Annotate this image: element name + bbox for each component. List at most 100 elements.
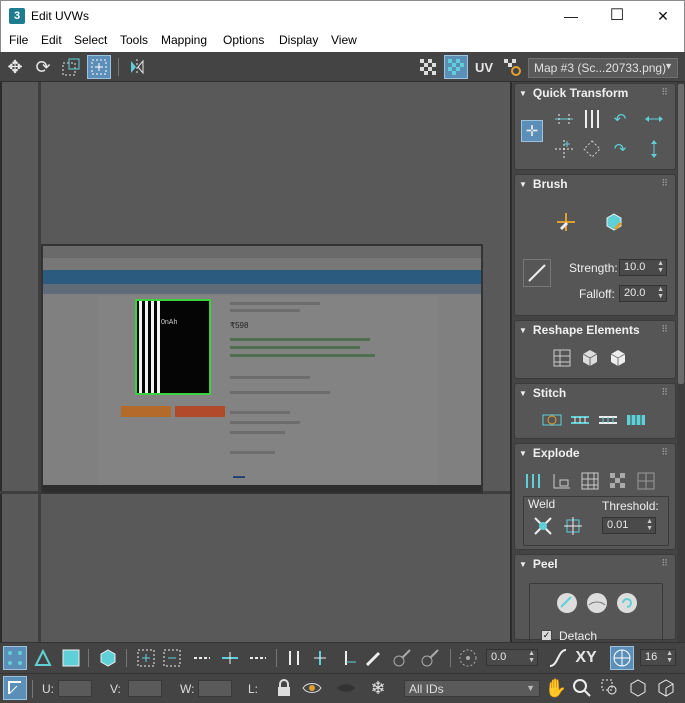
- loop-select-icon[interactable]: [218, 646, 242, 670]
- drag-handle-icon[interactable]: ⠿: [661, 558, 669, 569]
- zoom-extents-icon[interactable]: [626, 676, 650, 700]
- zoom-icon[interactable]: [570, 676, 594, 700]
- scrollbar-thumb[interactable]: [678, 84, 684, 384]
- lock-icon[interactable]: [272, 676, 296, 700]
- reset-peel-icon[interactable]: [614, 590, 640, 616]
- rollout-header-brush[interactable]: ▼ Brush: [519, 177, 568, 191]
- zoom-region-icon[interactable]: [598, 676, 622, 700]
- texture-map-dropdown[interactable]: Map #3 (Sc...20733.png) ▼: [528, 58, 678, 78]
- soft-select-icon[interactable]: [456, 646, 480, 670]
- mirror-icon[interactable]: [125, 55, 149, 79]
- stitch-average-icon[interactable]: [595, 407, 621, 433]
- hide-icon[interactable]: [300, 676, 324, 700]
- rollout-header-quick-transform[interactable]: ▼ Quick Transform: [519, 86, 628, 100]
- shrink-selection-icon[interactable]: [160, 646, 184, 670]
- falloff-spinner[interactable]: 20.0 ▲ ▼: [619, 285, 667, 302]
- falloff-curve-icon[interactable]: [546, 646, 570, 670]
- drag-handle-icon[interactable]: ⠿: [661, 387, 669, 398]
- show-icon[interactable]: [334, 676, 358, 700]
- rotate-ccw-icon[interactable]: ↶: [607, 106, 633, 132]
- map-settings-icon[interactable]: [500, 55, 524, 79]
- stitch-custom-icon[interactable]: [539, 407, 565, 433]
- peel-mode-icon[interactable]: [584, 590, 610, 616]
- freeze-icon[interactable]: ❄: [366, 676, 390, 700]
- weld-target-icon[interactable]: [560, 513, 586, 539]
- drag-handle-icon[interactable]: ⠿: [661, 87, 669, 98]
- minimize-button[interactable]: —: [548, 1, 594, 31]
- paint-select-icon[interactable]: [362, 646, 386, 670]
- space-vertical-icon[interactable]: [641, 136, 667, 162]
- show-map-icon[interactable]: [444, 55, 468, 79]
- pan-hand-icon[interactable]: ✋: [544, 676, 568, 700]
- strength-spinner[interactable]: 10.0 ▲ ▼: [619, 259, 667, 276]
- drag-handle-icon[interactable]: ⠿: [661, 324, 669, 335]
- align-vertical-icon[interactable]: [579, 106, 605, 132]
- grow-selection-icon[interactable]: [134, 646, 158, 670]
- checker-pattern-icon[interactable]: [416, 55, 440, 79]
- uv-toggle[interactable]: UV: [472, 55, 496, 79]
- menu-select[interactable]: Select: [74, 33, 107, 47]
- grow-ring-icon[interactable]: [308, 646, 332, 670]
- menu-mapping[interactable]: Mapping: [161, 33, 207, 47]
- face-mode-icon[interactable]: [59, 646, 83, 670]
- u-coordinate-field[interactable]: [58, 680, 92, 697]
- menu-file[interactable]: File: [9, 33, 28, 47]
- stitch-to-source-icon[interactable]: [623, 407, 649, 433]
- straighten-selection-icon[interactable]: [549, 345, 575, 371]
- edge-mode-icon[interactable]: [31, 646, 55, 670]
- close-button[interactable]: ✕: [640, 1, 685, 31]
- menu-edit[interactable]: Edit: [41, 33, 62, 47]
- v-coordinate-field[interactable]: [128, 680, 162, 697]
- relax-brush-icon[interactable]: [601, 209, 627, 235]
- panel-scrollbar[interactable]: [677, 82, 685, 642]
- grow-loop-icon[interactable]: [190, 646, 214, 670]
- rollout-header-reshape-elements[interactable]: ▼ Reshape Elements: [519, 323, 640, 337]
- element-mode-icon[interactable]: [96, 646, 120, 670]
- explode-checker-icon[interactable]: [605, 468, 631, 494]
- shrink-loop-icon[interactable]: [246, 646, 270, 670]
- grid-size-spinner[interactable]: 16 ▲ ▼: [640, 649, 676, 666]
- stitch-to-target-icon[interactable]: [567, 407, 593, 433]
- relax-element-icon[interactable]: [577, 345, 603, 371]
- paint-move-brush-icon[interactable]: [553, 209, 579, 235]
- falloff-curve-icon[interactable]: [523, 259, 551, 287]
- maximize-button[interactable]: ☐: [594, 1, 640, 31]
- threshold-spinner[interactable]: 0.01 ▲ ▼: [602, 517, 656, 534]
- rollout-header-peel[interactable]: ▼ Peel: [519, 557, 558, 571]
- explode-grid-icon[interactable]: [633, 468, 659, 494]
- align-to-edge-icon[interactable]: [551, 136, 577, 162]
- menu-display[interactable]: Display: [279, 33, 318, 47]
- straighten-icon[interactable]: [579, 136, 605, 162]
- quick-peel-icon[interactable]: [554, 590, 580, 616]
- ring-select-icon[interactable]: [282, 646, 306, 670]
- detach-edge-icon[interactable]: [549, 468, 575, 494]
- break-icon[interactable]: [521, 468, 547, 494]
- explode-faces-icon[interactable]: [577, 468, 603, 494]
- move-icon[interactable]: ✥: [3, 55, 27, 79]
- menu-view[interactable]: View: [331, 33, 357, 47]
- menu-tools[interactable]: Tools: [120, 33, 148, 47]
- rotate-icon[interactable]: ⟳: [31, 55, 55, 79]
- drag-handle-icon[interactable]: ⠿: [661, 447, 669, 458]
- zoom-selected-icon[interactable]: [654, 676, 678, 700]
- rollout-header-explode[interactable]: ▼ Explode: [519, 446, 580, 460]
- vertex-mode-icon[interactable]: [3, 646, 27, 670]
- shrink-ring-icon[interactable]: [336, 646, 360, 670]
- space-horizontal-icon[interactable]: [641, 106, 667, 132]
- rotation-angle-spinner[interactable]: 0.0 ▲ ▼: [486, 649, 538, 666]
- drag-handle-icon[interactable]: ⠿: [661, 178, 669, 189]
- menu-options[interactable]: Options: [223, 33, 264, 47]
- freeform-icon[interactable]: [87, 55, 111, 79]
- material-id-dropdown[interactable]: All IDs ▼: [404, 680, 540, 697]
- detach-checkbox[interactable]: ✓: [541, 630, 552, 641]
- xy-plane-button[interactable]: XY: [572, 646, 600, 670]
- pivot-center-icon[interactable]: ✛: [521, 120, 543, 142]
- grid-snap-icon[interactable]: [610, 646, 634, 670]
- paint-select-grow-icon[interactable]: [390, 646, 414, 670]
- weld-selected-icon[interactable]: [530, 513, 556, 539]
- align-horizontal-icon[interactable]: [551, 106, 577, 132]
- paint-select-shrink-icon[interactable]: [418, 646, 442, 670]
- relax-uv-icon[interactable]: [605, 345, 631, 371]
- rollout-header-stitch[interactable]: ▼ Stitch: [519, 386, 566, 400]
- absolute-offset-icon[interactable]: [3, 676, 27, 700]
